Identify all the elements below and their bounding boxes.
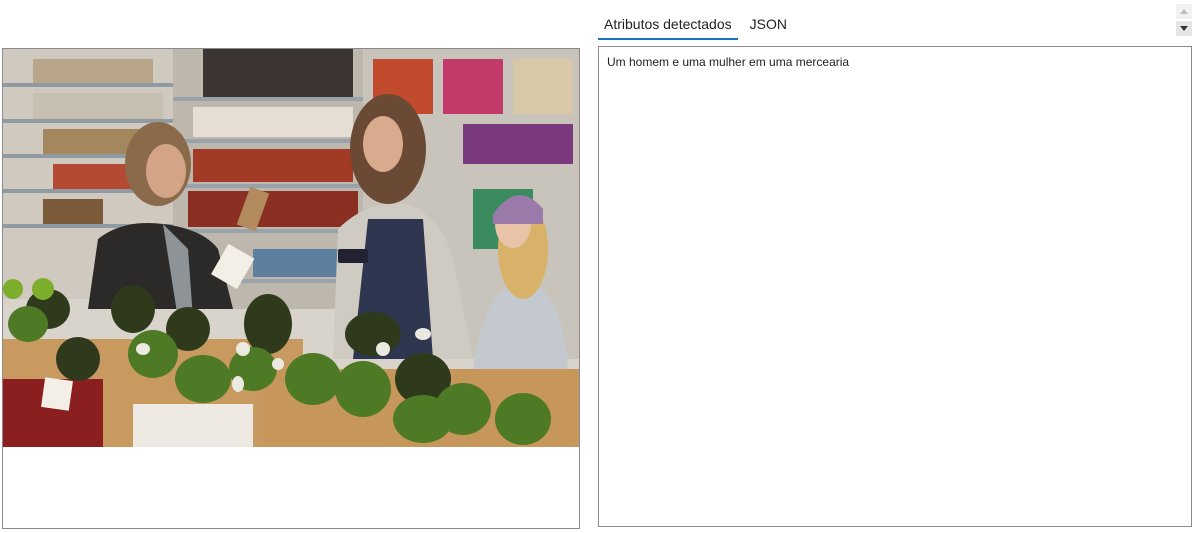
caret-down-icon[interactable] [1176,21,1192,36]
caption-text: Um homem e uma mulher em uma mercearia [607,55,850,69]
analysis-view: Atributos detectados JSON Um homem e uma… [0,0,1195,533]
result-panel: Um homem e uma mulher em uma mercearia [598,46,1192,527]
caret-up-icon[interactable] [1176,4,1192,19]
tab-scroll-control [1176,4,1192,36]
image-panel [2,48,580,529]
tab-detected-attributes[interactable]: Atributos detectados [598,15,738,40]
tab-json[interactable]: JSON [744,15,793,40]
grocery-store-photo [3,49,579,447]
result-tabs: Atributos detectados JSON [598,0,799,40]
